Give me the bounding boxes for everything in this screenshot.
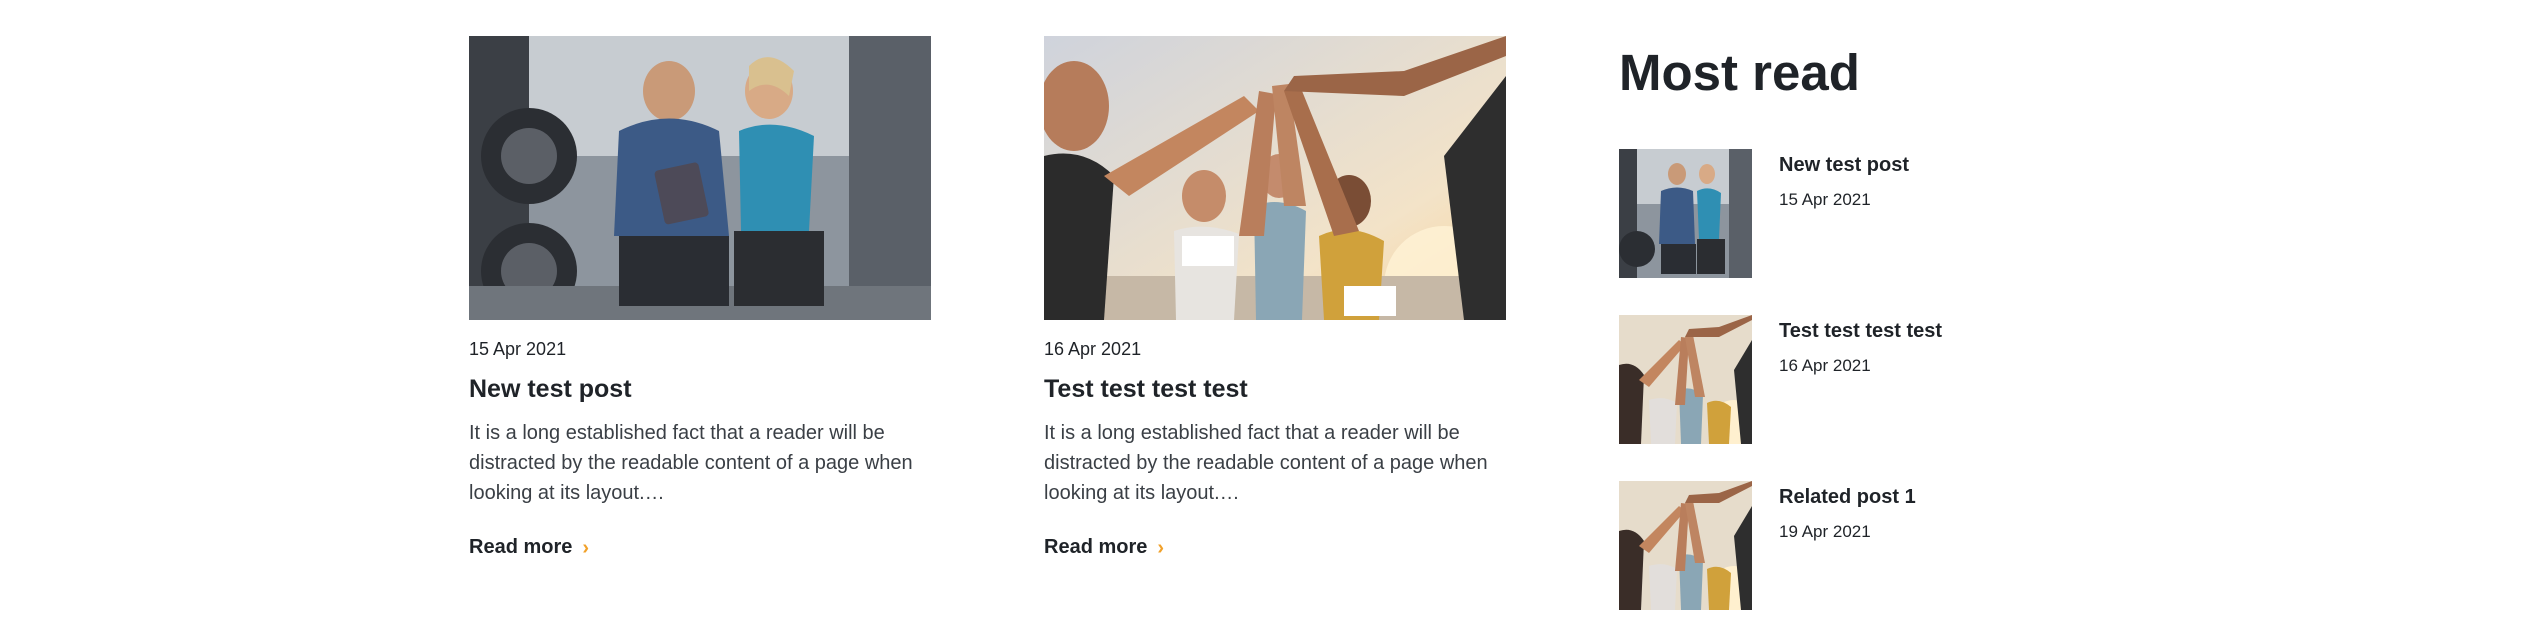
most-read-date: 19 Apr 2021 — [1779, 522, 1871, 541]
post-image-runners[interactable] — [1044, 36, 1506, 320]
most-read-item[interactable]: Test test test test 16 Apr 2021 — [1619, 315, 2069, 445]
sidebar-title: Most read — [1619, 44, 1860, 101]
post-card: 16 Apr 2021 Test test test test It is a … — [1044, 36, 1506, 508]
runners-photo — [1619, 315, 1752, 444]
most-read-item[interactable]: New test post 15 Apr 2021 — [1619, 149, 2069, 279]
post-title[interactable]: Test test test test — [1044, 374, 1504, 404]
most-read-thumbnail[interactable] — [1619, 149, 1752, 278]
post-title[interactable]: New test post — [469, 374, 929, 404]
gym-photo — [1619, 149, 1752, 278]
read-more-label: Read more — [469, 536, 573, 558]
runners-photo — [1619, 481, 1752, 610]
most-read-title[interactable]: Related post 1 — [1779, 484, 1916, 510]
most-read-thumbnail[interactable] — [1619, 315, 1752, 444]
post-date: 16 Apr 2021 — [1044, 339, 1142, 359]
read-more-label: Read more — [1044, 536, 1148, 558]
read-more-link[interactable]: Read more › — [1044, 536, 1164, 559]
most-read-item[interactable]: Related post 1 19 Apr 2021 — [1619, 481, 2069, 611]
chevron-right-icon: › — [582, 536, 590, 559]
read-more-link[interactable]: Read more › — [469, 536, 589, 559]
chevron-right-icon: › — [1157, 536, 1165, 559]
gym-photo — [469, 36, 931, 320]
most-read-title[interactable]: Test test test test — [1779, 318, 1942, 344]
post-date: 15 Apr 2021 — [469, 339, 567, 359]
most-read-title[interactable]: New test post — [1779, 152, 1909, 178]
post-excerpt: It is a long established fact that a rea… — [1044, 422, 1488, 504]
post-excerpt: It is a long established fact that a rea… — [469, 422, 913, 504]
most-read-date: 16 Apr 2021 — [1779, 356, 1871, 375]
runners-photo — [1044, 36, 1506, 320]
most-read-date: 15 Apr 2021 — [1779, 190, 1871, 209]
post-card: 15 Apr 2021 New test post It is a long e… — [469, 36, 931, 508]
post-image-gym[interactable] — [469, 36, 931, 320]
most-read-thumbnail[interactable] — [1619, 481, 1752, 610]
most-read-sidebar: Most read New test post 15 Apr 2021 Test… — [1619, 40, 2069, 610]
